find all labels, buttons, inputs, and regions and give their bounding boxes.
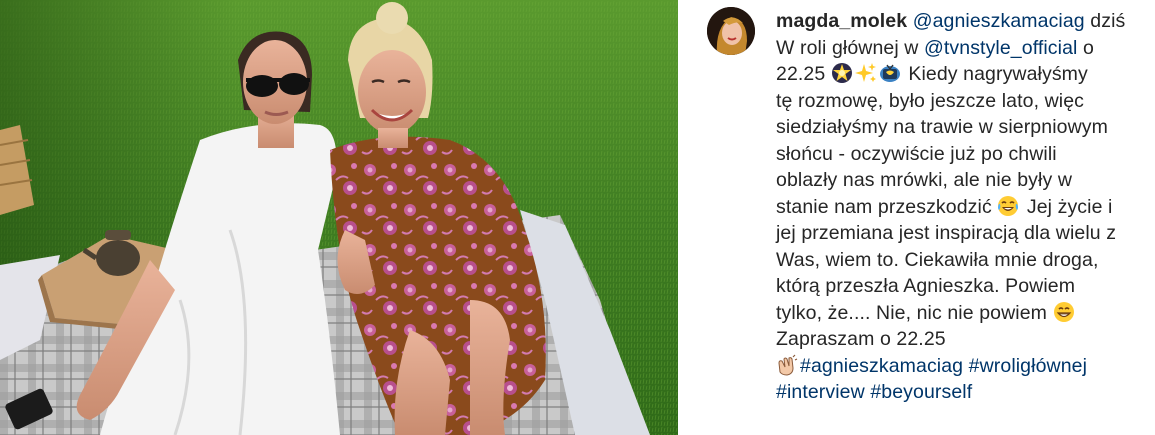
tears-of-joy-icon — [997, 195, 1019, 217]
caption-text: tę rozmowę, było jeszcze lato, więc — [776, 89, 1085, 112]
caption-line: tę rozmowę, było jeszcze lato, więc — [776, 88, 1148, 115]
caption-text: o — [1077, 36, 1094, 59]
caption-line: #agnieszkamaciag #wroligłównej — [776, 353, 1148, 380]
post-photo[interactable] — [0, 0, 678, 435]
caption-text: Zapraszam o 22.25 — [776, 328, 946, 350]
caption-line: siedziałyśmy na trawie w sierpniowym — [776, 114, 1148, 141]
caption-line: tylko, że.... Nie, nic nie powiem — [776, 300, 1148, 327]
caption-line: stanie nam przeszkodzić Jej życie i — [776, 194, 1148, 221]
caption-line: #interview #beyourself — [776, 379, 1148, 406]
hashtag-link[interactable]: #beyourself — [870, 381, 972, 403]
caption-text: oblazły nas mrówki, ale nie były w — [776, 169, 1073, 191]
caption-text: słońcu - oczywiście już po chwili — [776, 142, 1057, 165]
caption-text: Jej życie i — [1021, 195, 1113, 218]
star-icon — [831, 62, 853, 84]
caption-text: W roli głównej w — [776, 36, 924, 59]
caption-text: 22.25 — [776, 63, 831, 85]
post-photo-image — [0, 0, 678, 435]
mention-link[interactable]: @tvnstyle_official — [924, 37, 1077, 59]
caption-line: słońcu - oczywiście już po chwili — [776, 141, 1148, 168]
caption-line: Zapraszam o 22.25 — [776, 326, 1148, 353]
caption-line: 22.25 Kiedy nagrywałyśmy — [776, 61, 1148, 88]
instagram-post: magda_molek @agnieszkamaciag dziś W roli … — [0, 0, 1155, 435]
avatar-image — [707, 7, 755, 55]
mention-link[interactable]: @agnieszkamaciag — [913, 10, 1085, 32]
post-caption: magda_molek @agnieszkamaciag dziś W roli … — [776, 8, 1148, 406]
caption-text: Kiedy nagrywałyśmy — [902, 63, 1088, 85]
caption-text: jej przemiana jest inspiracją dla wielu … — [776, 222, 1117, 244]
caption-text: siedziałyśmy na trawie w sierpniowym — [776, 116, 1108, 138]
caption-text: Was, wiem to. Ciekawiła mnie droga, — [776, 248, 1099, 271]
clap-icon — [776, 354, 798, 376]
username-link[interactable]: magda_molek — [776, 10, 907, 32]
profile-avatar[interactable] — [707, 7, 755, 55]
caption-line: Was, wiem to. Ciekawiła mnie droga, — [776, 247, 1148, 274]
post-caption-panel: magda_molek @agnieszkamaciag dziś W roli … — [678, 0, 1155, 435]
caption-text: tylko, że.... Nie, nic nie powiem — [776, 301, 1053, 324]
hashtag-link[interactable]: #interview — [776, 381, 865, 403]
hashtag-link[interactable]: #agnieszkamaciag — [800, 355, 963, 377]
caption-text: stanie nam przeszkodzić — [776, 195, 998, 218]
caption-text: którą przeszła Agnieszka. Powiem — [776, 275, 1076, 297]
caption-line: którą przeszła Agnieszka. Powiem — [776, 273, 1148, 300]
sparkles-icon — [854, 62, 877, 84]
caption-line: jej przemiana jest inspiracją dla wielu … — [776, 220, 1148, 247]
hashtag-link[interactable]: #wroligłównej — [969, 355, 1087, 377]
caption-line: oblazły nas mrówki, ale nie były w — [776, 167, 1148, 194]
caption-line: W roli głównej w @tvnstyle_official o — [776, 35, 1148, 62]
caption-line: magda_molek @agnieszkamaciag dziś — [776, 8, 1148, 35]
grin-icon — [1053, 301, 1075, 323]
tv-icon — [879, 62, 901, 84]
caption-text: dziś — [1084, 10, 1126, 32]
